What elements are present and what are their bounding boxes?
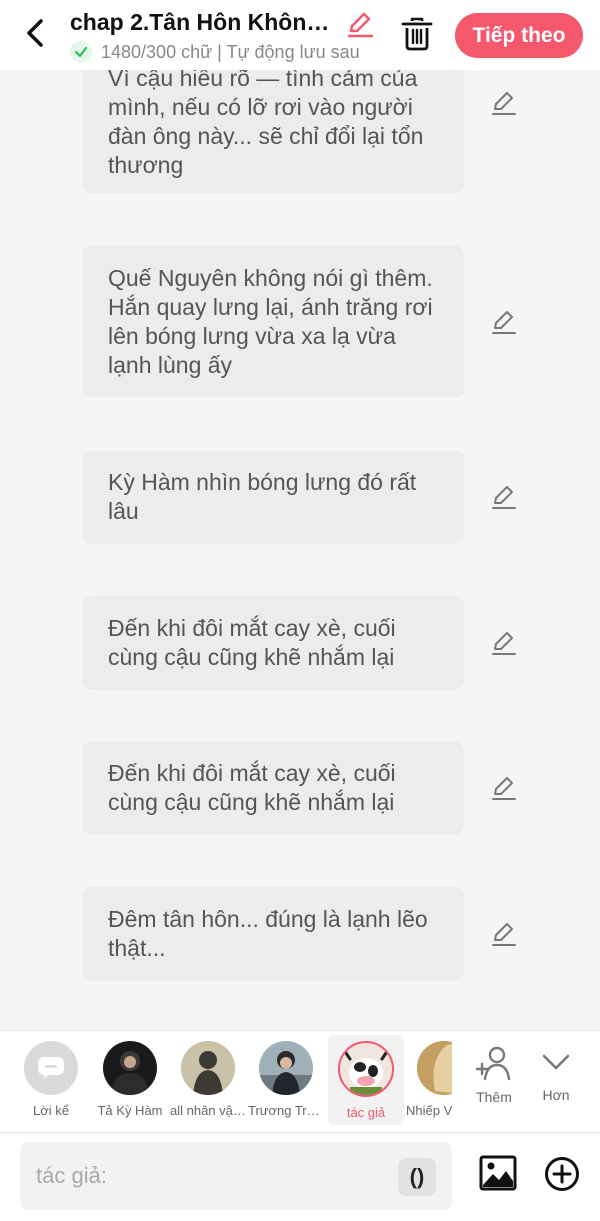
edit-message-button[interactable] <box>490 774 518 802</box>
message-text: Đến khi đôi mắt cay xè, cuối cùng cậu cũ… <box>108 615 396 670</box>
chapter-title[interactable]: chap 2.Tân Hôn Không Hẹn Trước <box>70 9 340 36</box>
message-input[interactable] <box>36 1156 396 1196</box>
character-truong-trach-vu[interactable]: Trương Trạch Vũ <box>248 1031 324 1127</box>
message-bubble[interactable]: Đến khi đôi mắt cay xè, cuối cùng cậu cũ… <box>82 741 464 835</box>
pencil-icon <box>492 632 516 655</box>
add-person-icon <box>475 1046 511 1081</box>
expand-characters-button[interactable]: Hơn <box>526 1031 586 1131</box>
character-narration[interactable]: Lời kể <box>13 1031 89 1127</box>
message-bubble[interactable]: Kỳ Hàm nhìn bóng lưng đó rất lâu <box>82 450 464 544</box>
message-text: Đến khi đôi mắt cay xè, cuối cùng cậu cũ… <box>108 760 396 815</box>
pencil-icon <box>492 923 516 946</box>
avatar <box>417 1041 452 1095</box>
expand-label: Hơn <box>542 1087 570 1103</box>
message-bubble[interactable]: Đến khi đôi mắt cay xè, cuối cùng cậu cũ… <box>82 596 464 690</box>
chevron-down-icon <box>542 1054 570 1070</box>
avatar <box>103 1041 157 1095</box>
character-label: Trương Trạch Vũ <box>248 1103 324 1118</box>
parenthesis-button[interactable]: () <box>398 1158 436 1196</box>
character-label: Nhiếp Vĩ Thần <box>406 1103 452 1118</box>
save-status: 1480/300 chữ | Tự động lưu sau <box>70 40 376 64</box>
edit-title-button[interactable] <box>346 10 374 38</box>
next-button[interactable]: Tiếp theo <box>455 13 583 58</box>
character-tac-gia[interactable]: tác giả <box>328 1035 404 1125</box>
character-ta-ky-ham[interactable]: Tả Kỳ Hàm <box>92 1031 168 1127</box>
add-content-button[interactable] <box>544 1156 580 1192</box>
character-all-npc[interactable]: all nhân vật phụ <box>170 1031 246 1127</box>
add-character-button[interactable]: Thêm <box>464 1031 524 1131</box>
plus-circle-icon <box>545 1157 579 1191</box>
character-label: all nhân vật phụ <box>170 1103 246 1118</box>
pencil-icon <box>347 12 374 38</box>
delete-button[interactable] <box>400 16 434 52</box>
insert-image-button[interactable] <box>479 1154 517 1192</box>
message-bubble[interactable]: Quế Nguyên không nói gì thêm. Hắn quay l… <box>82 245 464 398</box>
character-label: Tả Kỳ Hàm <box>97 1103 163 1118</box>
message-text: Kỳ Hàm nhìn bóng lưng đó rất lâu <box>108 469 417 524</box>
add-character-label: Thêm <box>476 1089 512 1105</box>
compose-bar: () <box>0 1134 600 1221</box>
edit-message-button[interactable] <box>490 89 518 117</box>
pencil-icon <box>492 92 516 115</box>
pencil-icon <box>492 311 516 334</box>
edit-message-button[interactable] <box>490 308 518 336</box>
message-bubble[interactable]: Vì cậu hiểu rõ — tình cảm của mình, nếu … <box>82 70 464 193</box>
character-selector: Lời kể Tả Kỳ Hàm all nhân vật phụ Trương… <box>0 1030 600 1133</box>
edit-message-button[interactable] <box>490 920 518 948</box>
trash-icon <box>401 17 433 51</box>
image-icon <box>479 1155 517 1191</box>
edit-message-button[interactable] <box>490 629 518 657</box>
back-button[interactable] <box>20 15 50 51</box>
character-list[interactable]: Lời kể Tả Kỳ Hàm all nhân vật phụ Trương… <box>0 1031 452 1133</box>
message-bubble[interactable]: Đêm tân hôn... đúng là lạnh lẽo thật... <box>82 887 464 981</box>
avatar <box>338 1041 394 1097</box>
edit-message-button[interactable] <box>490 483 518 511</box>
story-content[interactable]: Vì cậu hiểu rõ — tình cảm của mình, nếu … <box>0 70 600 1030</box>
chevron-left-icon <box>27 19 43 47</box>
character-label: Lời kể <box>33 1103 69 1118</box>
avatar <box>181 1041 235 1095</box>
narration-bubble-icon <box>24 1041 78 1095</box>
character-label: tác giả <box>346 1105 386 1120</box>
character-nhiep-vi-than[interactable]: Nhiếp Vĩ Thần <box>406 1031 452 1127</box>
pencil-icon <box>492 486 516 509</box>
pencil-icon <box>492 777 516 800</box>
message-text: Đêm tân hôn... đúng là lạnh lẽo thật... <box>108 906 428 961</box>
message-input-container: () <box>20 1142 452 1210</box>
word-count-status: 1480/300 chữ | Tự động lưu sau <box>101 41 360 62</box>
message-text: Quế Nguyên không nói gì thêm. Hắn quay l… <box>108 264 433 378</box>
message-text: Vì cậu hiểu rõ — tình cảm của mình, nếu … <box>108 70 424 178</box>
avatar <box>259 1041 313 1095</box>
check-circle-icon <box>70 41 92 63</box>
top-bar: chap 2.Tân Hôn Không Hẹn Trước 1480/300 … <box>0 0 600 70</box>
